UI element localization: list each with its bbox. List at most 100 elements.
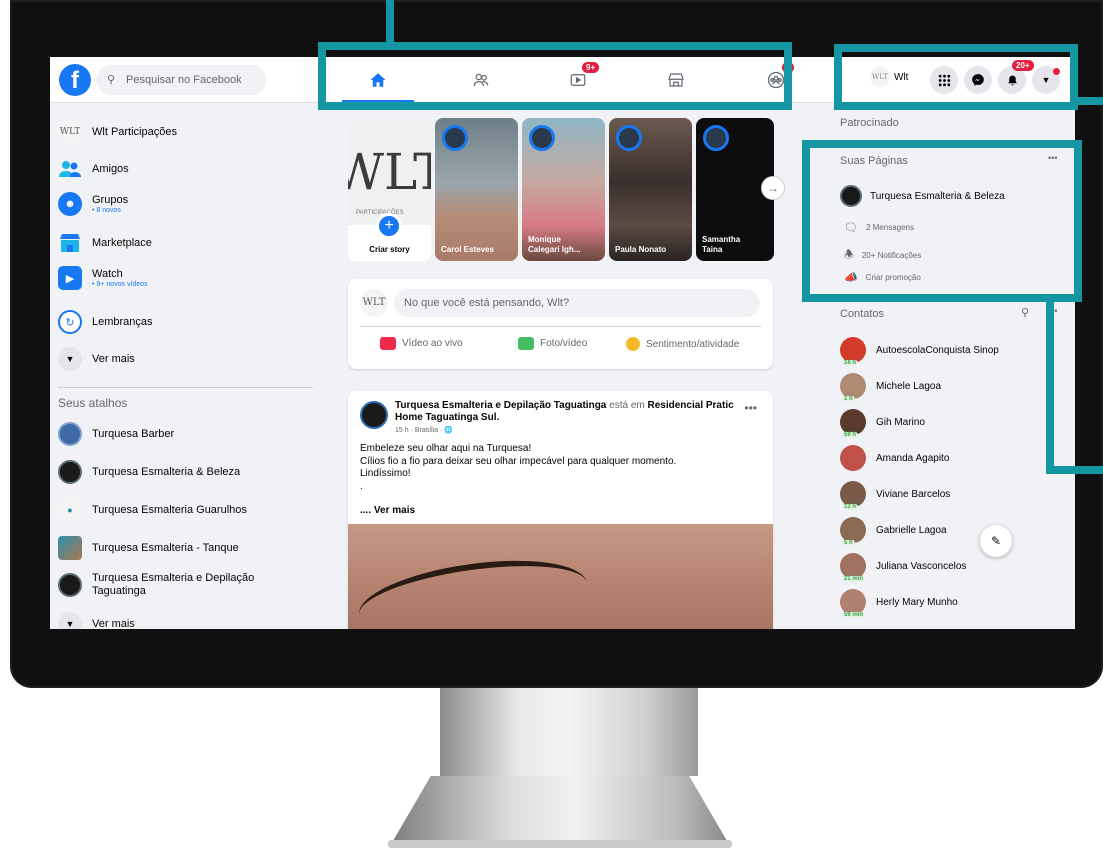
sidebar-item-label: Lembranças bbox=[92, 316, 153, 328]
sidebar-item-marketplace[interactable]: Marketplace bbox=[58, 231, 152, 255]
sidebar-item-profile[interactable]: WLT Wlt Participações bbox=[58, 120, 177, 144]
post-text-line: Lindíssimo! bbox=[360, 468, 411, 479]
photo-video-button[interactable]: Foto/vídeo bbox=[518, 337, 587, 350]
sidebar-item-sub: • 9+ novos vídeos bbox=[92, 281, 148, 288]
shortcut-item[interactable]: Turquesa Esmalteria e Depilação Taguatin… bbox=[58, 572, 254, 598]
contact-active-time: 5 h bbox=[842, 540, 855, 546]
wlt-logo: WLT bbox=[58, 120, 82, 144]
post-author[interactable]: Turquesa Esmalteria e Depilação Taguatin… bbox=[395, 400, 606, 411]
shortcut-avatar bbox=[58, 422, 82, 446]
smiley-icon bbox=[626, 337, 640, 351]
contact-active-time: 21 min bbox=[842, 576, 866, 582]
shortcut-label-line1: Turquesa Esmalteria e Depilação bbox=[92, 572, 255, 584]
search-input[interactable]: ⚲ Pesquisar no Facebook bbox=[96, 65, 266, 95]
contact-name: Viviane Barcelos bbox=[876, 488, 951, 500]
post-options-button[interactable]: ••• bbox=[744, 401, 757, 415]
contact-name: Michele Lagoa bbox=[876, 380, 942, 392]
contact-active-time: 59 h bbox=[842, 432, 859, 438]
contact-active-time: 59 min bbox=[842, 612, 866, 618]
composer-input[interactable]: No que você está pensando, Wlt? bbox=[394, 289, 760, 317]
shortcut-label: Turquesa Esmalteria & Beleza bbox=[92, 466, 241, 478]
compose-icon: ✎ bbox=[990, 534, 1002, 548]
shortcuts-see-more[interactable]: ▼ Ver mais bbox=[58, 612, 135, 629]
contact-active-time: 16 h bbox=[842, 360, 859, 366]
watch-icon: ▶ bbox=[58, 266, 82, 290]
story-avatar bbox=[529, 125, 555, 151]
sidebar-item-watch[interactable]: ▶ Watch • 9+ novos vídeos bbox=[58, 266, 148, 290]
highlight-connector bbox=[1046, 302, 1054, 472]
globe-icon: 🌐 bbox=[444, 427, 454, 434]
contact-item[interactable]: 13 h Viviane Barcelos bbox=[840, 481, 951, 510]
sidebar-item-sub: • 8 novos bbox=[92, 207, 121, 214]
shortcut-text: Turquesa Esmalteria e Depilação Taguatin… bbox=[92, 572, 254, 598]
contact-avatar: 16 h bbox=[840, 337, 866, 366]
contact-name: Gih Marino bbox=[876, 416, 925, 428]
composer-avatar: WLT bbox=[360, 289, 388, 317]
photo-icon bbox=[518, 337, 534, 350]
sidebar-item-label: Marketplace bbox=[92, 237, 152, 249]
post-meta: 15 h · Brasília · 🌐 bbox=[395, 426, 453, 434]
shortcut-item[interactable]: Turquesa Barber bbox=[58, 422, 174, 446]
contacts-search-icon[interactable]: ⚲ bbox=[1021, 306, 1029, 319]
story-avatar bbox=[703, 125, 729, 151]
contact-item[interactable]: Amanda Agapito bbox=[840, 445, 949, 471]
story-avatar bbox=[442, 125, 468, 151]
highlight-connector bbox=[1046, 466, 1103, 474]
stories-next-button[interactable]: → bbox=[761, 176, 785, 200]
sidebar-item-memories[interactable]: ↻ Lembranças bbox=[58, 310, 153, 334]
post-text-line: Embeleze seu olhar aqui na Turquesa! bbox=[360, 443, 532, 454]
sidebar-item-text: Watch • 9+ novos vídeos bbox=[92, 268, 148, 288]
contact-item[interactable]: 1 h Michele Lagoa bbox=[840, 373, 942, 402]
contact-item[interactable]: 59 min Herly Mary Munho bbox=[840, 589, 958, 618]
facebook-logo[interactable]: f bbox=[59, 64, 91, 96]
post-composer: WLT No que você está pensando, Wlt? Víde… bbox=[348, 279, 773, 369]
chevron-down-icon: ▼ bbox=[58, 612, 82, 629]
post-connector: está em bbox=[606, 400, 648, 411]
story-card[interactable]: Paula Nonato bbox=[609, 118, 692, 261]
post-image[interactable] bbox=[348, 524, 773, 629]
sponsored-heading: Patrocinado bbox=[840, 117, 899, 129]
contact-item[interactable]: 21 min Juliana Vasconcelos bbox=[840, 553, 966, 582]
contact-active-time: 13 h bbox=[842, 504, 859, 510]
composer-action-label: Vídeo ao vivo bbox=[402, 338, 463, 349]
post-author-avatar[interactable] bbox=[360, 401, 388, 429]
contact-item[interactable]: 16 h AutoescolaConquista Sinop bbox=[840, 337, 999, 366]
arrow-right-icon: → bbox=[767, 181, 779, 195]
create-story-card[interactable]: WLT PARTICIPAÇÕES + Criar story bbox=[348, 118, 431, 261]
post-time: 15 h · Brasília · bbox=[395, 427, 445, 434]
sidebar-item-groups[interactable]: ☻ Grupos • 8 novos bbox=[58, 192, 128, 216]
contact-avatar: 59 min bbox=[840, 589, 866, 618]
feeling-activity-button[interactable]: Sentimento/atividade bbox=[626, 337, 739, 351]
new-message-button[interactable]: ✎ bbox=[980, 525, 1012, 557]
marketplace-icon bbox=[58, 231, 82, 255]
sidebar-item-friends[interactable]: Amigos bbox=[58, 157, 129, 181]
create-story-image: WLT bbox=[348, 118, 431, 225]
shortcut-label: Turquesa Esmalteria - Tanque bbox=[92, 542, 239, 554]
contact-name: Amanda Agapito bbox=[876, 452, 950, 464]
friends-icon bbox=[58, 157, 82, 181]
shortcut-item[interactable]: ● Turquesa Esmalteria Guarulhos bbox=[58, 498, 247, 522]
post-header: Turquesa Esmalteria e Depilação Taguatin… bbox=[395, 400, 735, 424]
monitor-neck bbox=[440, 688, 698, 776]
contact-avatar: 5 h bbox=[840, 517, 866, 546]
shortcut-avatar: ● bbox=[58, 498, 82, 522]
story-name: Monique Calegari Igh... bbox=[528, 235, 580, 255]
story-card[interactable]: Carol Esteves bbox=[435, 118, 518, 261]
contact-avatar: 21 min bbox=[840, 553, 866, 582]
shortcut-item[interactable]: Turquesa Esmalteria & Beleza bbox=[58, 460, 240, 484]
highlight-header-buttons bbox=[834, 44, 1078, 110]
sidebar-item-label: Grupos bbox=[92, 194, 129, 206]
contacts-heading: Contatos bbox=[840, 308, 885, 320]
live-video-button[interactable]: Vídeo ao vivo bbox=[380, 337, 463, 350]
sidebar-item-label: Wlt Participações bbox=[92, 126, 177, 138]
shortcut-avatar bbox=[58, 460, 82, 484]
story-card[interactable]: Monique Calegari Igh... bbox=[522, 118, 605, 261]
contact-item[interactable]: 5 h Gabrielle Lagoa bbox=[840, 517, 947, 546]
sidebar-see-more[interactable]: ▼ Ver mais bbox=[58, 347, 135, 371]
shortcut-item[interactable]: Turquesa Esmalteria - Tanque bbox=[58, 536, 239, 560]
contact-item[interactable]: 59 h Gih Marino bbox=[840, 409, 925, 438]
post-see-more[interactable]: .... Ver mais bbox=[360, 505, 415, 516]
composer-action-label: Sentimento/atividade bbox=[646, 338, 740, 350]
photo-stage: f ⚲ Pesquisar no Facebook 9+ 8 WLT Wlt 2… bbox=[0, 0, 1103, 853]
feed-post: Turquesa Esmalteria e Depilação Taguatin… bbox=[348, 391, 773, 629]
